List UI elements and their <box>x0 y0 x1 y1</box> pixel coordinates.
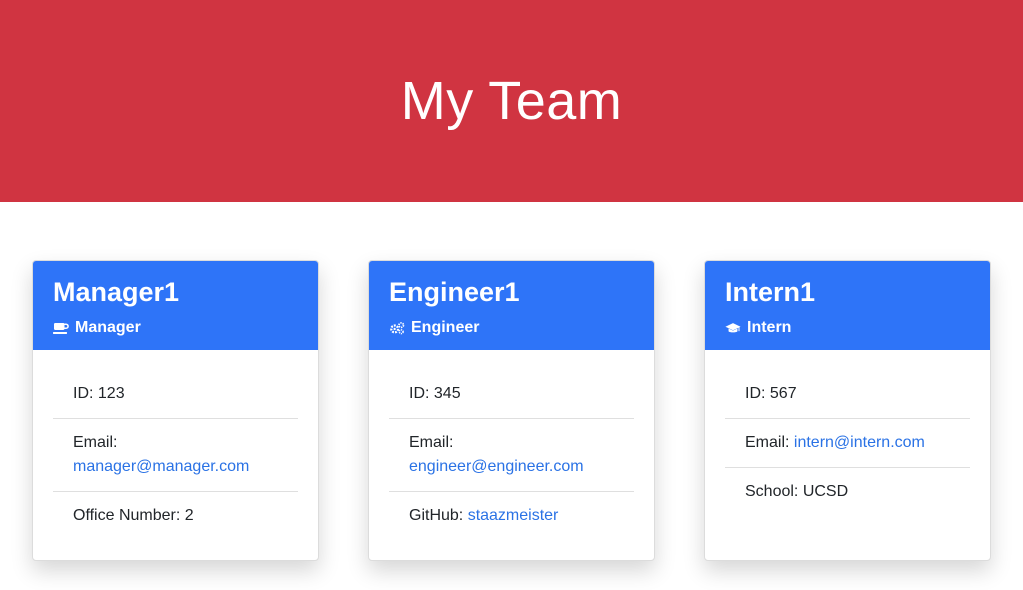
employee-card-intern: Intern1 Intern ID: 567 Email: intern@int… <box>704 260 991 561</box>
office-number-label: Office Number: <box>73 507 185 524</box>
employee-card-manager: Manager1 Manager ID: 123 Email: manager@… <box>32 260 319 561</box>
employee-email: Email: engineer@engineer.com <box>389 418 634 491</box>
page-title: My Team <box>400 71 623 131</box>
employee-email: Email: intern@intern.com <box>725 418 970 467</box>
card-header: Intern1 Intern <box>705 261 990 350</box>
employee-id: ID: 123 <box>53 370 298 418</box>
employee-card-engineer: Engineer1 Engineer ID: 345 Email: engine… <box>368 260 655 561</box>
employee-office-number: Office Number: 2 <box>53 491 298 540</box>
id-value: 123 <box>97 385 125 402</box>
employee-role: Engineer <box>389 319 634 337</box>
card-header: Engineer1 Engineer <box>369 261 654 350</box>
role-label: Engineer <box>411 319 480 336</box>
office-number-value: 2 <box>184 507 194 524</box>
cogs-icon <box>389 321 405 335</box>
school-label: School: <box>745 483 803 500</box>
email-label: Email: <box>409 434 454 451</box>
employee-role: Intern <box>725 319 970 337</box>
email-label: Email: <box>73 434 118 451</box>
employee-id: ID: 345 <box>389 370 634 418</box>
employee-email: Email: manager@manager.com <box>53 418 298 491</box>
email-link[interactable]: manager@manager.com <box>73 458 249 475</box>
email-link[interactable]: engineer@engineer.com <box>409 458 584 475</box>
employee-role: Manager <box>53 319 298 337</box>
github-label: GitHub: <box>409 507 468 524</box>
card-body: ID: 345 Email: engineer@engineer.com Git… <box>369 350 654 540</box>
coffee-mug-icon <box>53 321 69 335</box>
employee-id: ID: 567 <box>725 370 970 418</box>
id-value: 345 <box>433 385 461 402</box>
graduation-cap-icon <box>725 321 741 335</box>
email-link[interactable]: intern@intern.com <box>794 434 925 451</box>
card-body: ID: 123 Email: manager@manager.com Offic… <box>33 350 318 540</box>
id-label: ID: <box>745 385 770 402</box>
employee-name: Intern1 <box>725 277 816 307</box>
school-value: UCSD <box>802 483 849 500</box>
id-label: ID: <box>73 385 98 402</box>
employee-school: School: UCSD <box>725 467 970 516</box>
role-label: Manager <box>75 319 141 336</box>
id-value: 567 <box>769 385 797 402</box>
page-header: My Team <box>0 0 1023 202</box>
employee-name: Engineer1 <box>389 277 520 307</box>
github-link[interactable]: staazmeister <box>468 507 559 524</box>
team-cards: Manager1 Manager ID: 123 Email: manager@… <box>0 202 1023 590</box>
card-body: ID: 567 Email: intern@intern.com School:… <box>705 350 990 516</box>
employee-name: Manager1 <box>53 277 180 307</box>
email-label: Email: <box>745 434 794 451</box>
role-label: Intern <box>747 319 792 336</box>
card-header: Manager1 Manager <box>33 261 318 350</box>
id-label: ID: <box>409 385 434 402</box>
employee-github: GitHub: staazmeister <box>389 491 634 540</box>
